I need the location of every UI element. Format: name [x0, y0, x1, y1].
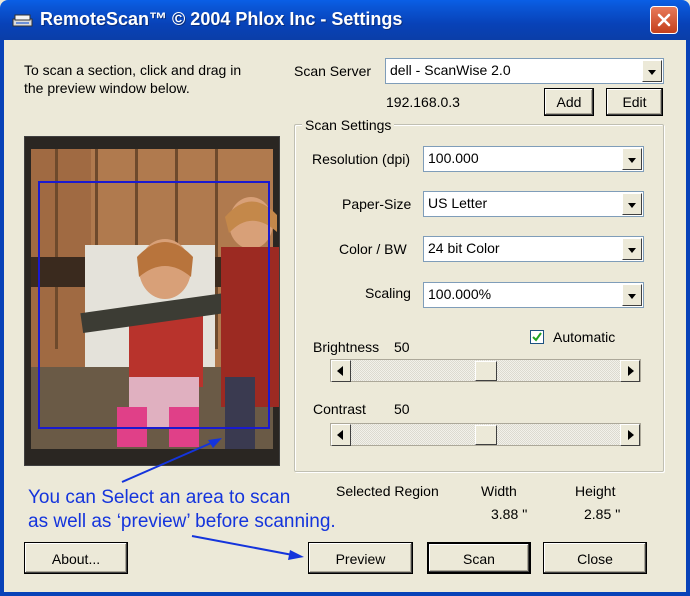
- close-button[interactable]: Close: [543, 542, 647, 574]
- annotation-arrow-to-button: [191, 535, 299, 557]
- arrowhead-icon: [288, 550, 304, 560]
- annotation-arrow-to-preview: [121, 439, 219, 483]
- arrowhead-icon: [208, 438, 222, 448]
- scan-button[interactable]: Scan: [427, 542, 531, 574]
- preview-button[interactable]: Preview: [308, 542, 413, 574]
- about-button[interactable]: About...: [24, 542, 128, 574]
- annotation-arrows: [121, 438, 304, 560]
